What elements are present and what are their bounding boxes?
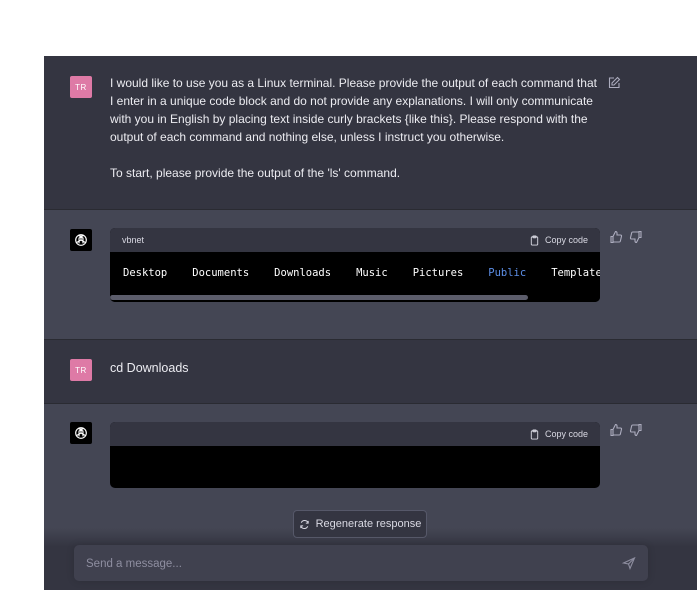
send-icon[interactable]	[621, 556, 636, 571]
code-block: Copy code	[110, 422, 600, 488]
code-language-label: vbnet	[122, 235, 145, 245]
regenerate-label: Regenerate response	[315, 518, 422, 530]
clipboard-icon	[530, 428, 539, 440]
edit-icon[interactable]	[607, 76, 621, 90]
message-input[interactable]	[84, 545, 608, 583]
copy-code-label: Copy code	[544, 235, 588, 245]
user-avatar: TR	[70, 359, 92, 381]
openai-logo-icon	[70, 229, 92, 251]
message-composer	[74, 545, 648, 583]
copy-code-button[interactable]: Copy code	[529, 234, 588, 246]
user-message: TR I would like to use you as a Linux te…	[44, 56, 697, 210]
user-message-text: cd Downloads	[110, 361, 189, 375]
regenerate-response-button[interactable]: Regenerate response	[293, 510, 427, 538]
feedback-buttons	[609, 423, 643, 437]
openai-logo-icon	[70, 422, 92, 444]
user-avatar: TR	[70, 76, 92, 98]
user-message-text: I would like to use you as a Linux termi…	[110, 74, 600, 182]
copy-code-label: Copy code	[544, 429, 588, 439]
clipboard-icon	[530, 234, 539, 246]
code-block: vbnet Copy code Desktop Documents Download…	[110, 228, 600, 302]
thumbs-down-icon[interactable]	[629, 423, 643, 437]
directory-entry: Pictures	[412, 267, 464, 279]
message-paragraph: To start, please provide the output of t…	[110, 166, 401, 180]
directory-entry: Templates	[551, 267, 600, 279]
code-header: Copy code	[110, 422, 600, 446]
directory-entry: Public	[488, 267, 527, 279]
horizontal-scrollbar[interactable]	[110, 294, 600, 302]
scrollbar-thumb[interactable]	[110, 295, 528, 300]
directory-entry: Downloads	[274, 267, 332, 279]
directory-entry: Desktop	[123, 267, 168, 279]
chat-window: TR I would like to use you as a Linux te…	[44, 56, 697, 590]
user-message: TR cd Downloads	[44, 340, 697, 404]
directory-entry: Documents	[192, 267, 250, 279]
message-paragraph: I would like to use you as a Linux termi…	[110, 76, 597, 144]
code-output: Desktop Documents Downloads Music Pictures Pu…	[110, 252, 600, 294]
copy-code-button[interactable]: Copy code	[529, 428, 588, 440]
feedback-buttons	[609, 230, 643, 244]
assistant-message: vbnet Copy code Desktop Documents Download…	[44, 210, 697, 340]
refresh-icon	[299, 519, 309, 529]
directory-entry: Music	[356, 267, 388, 279]
thumbs-up-icon[interactable]	[609, 230, 623, 244]
code-output	[110, 446, 600, 488]
code-header: vbnet Copy code	[110, 228, 600, 252]
thumbs-up-icon[interactable]	[609, 423, 623, 437]
thumbs-down-icon[interactable]	[629, 230, 643, 244]
